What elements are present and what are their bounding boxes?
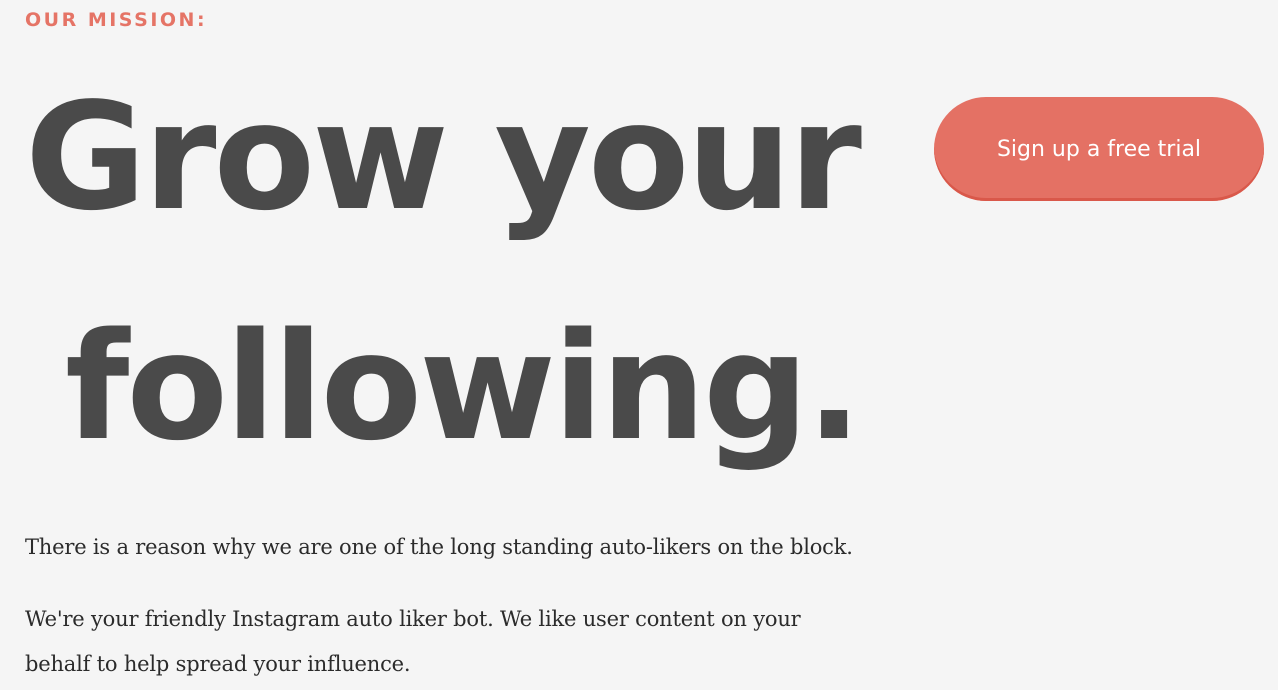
mission-eyebrow: OUR MISSION: (25, 9, 208, 31)
hero-headline: Grow your following. (25, 42, 905, 502)
free-trial-signup-button[interactable]: Sign up a free trial (934, 97, 1264, 201)
intro-paragraph: There is a reason why we are one of the … (25, 535, 853, 559)
headline-line-2: following. (65, 301, 862, 473)
description-paragraph: We're your friendly Instagram auto liker… (25, 607, 801, 676)
headline-line-1: Grow your (25, 71, 862, 243)
